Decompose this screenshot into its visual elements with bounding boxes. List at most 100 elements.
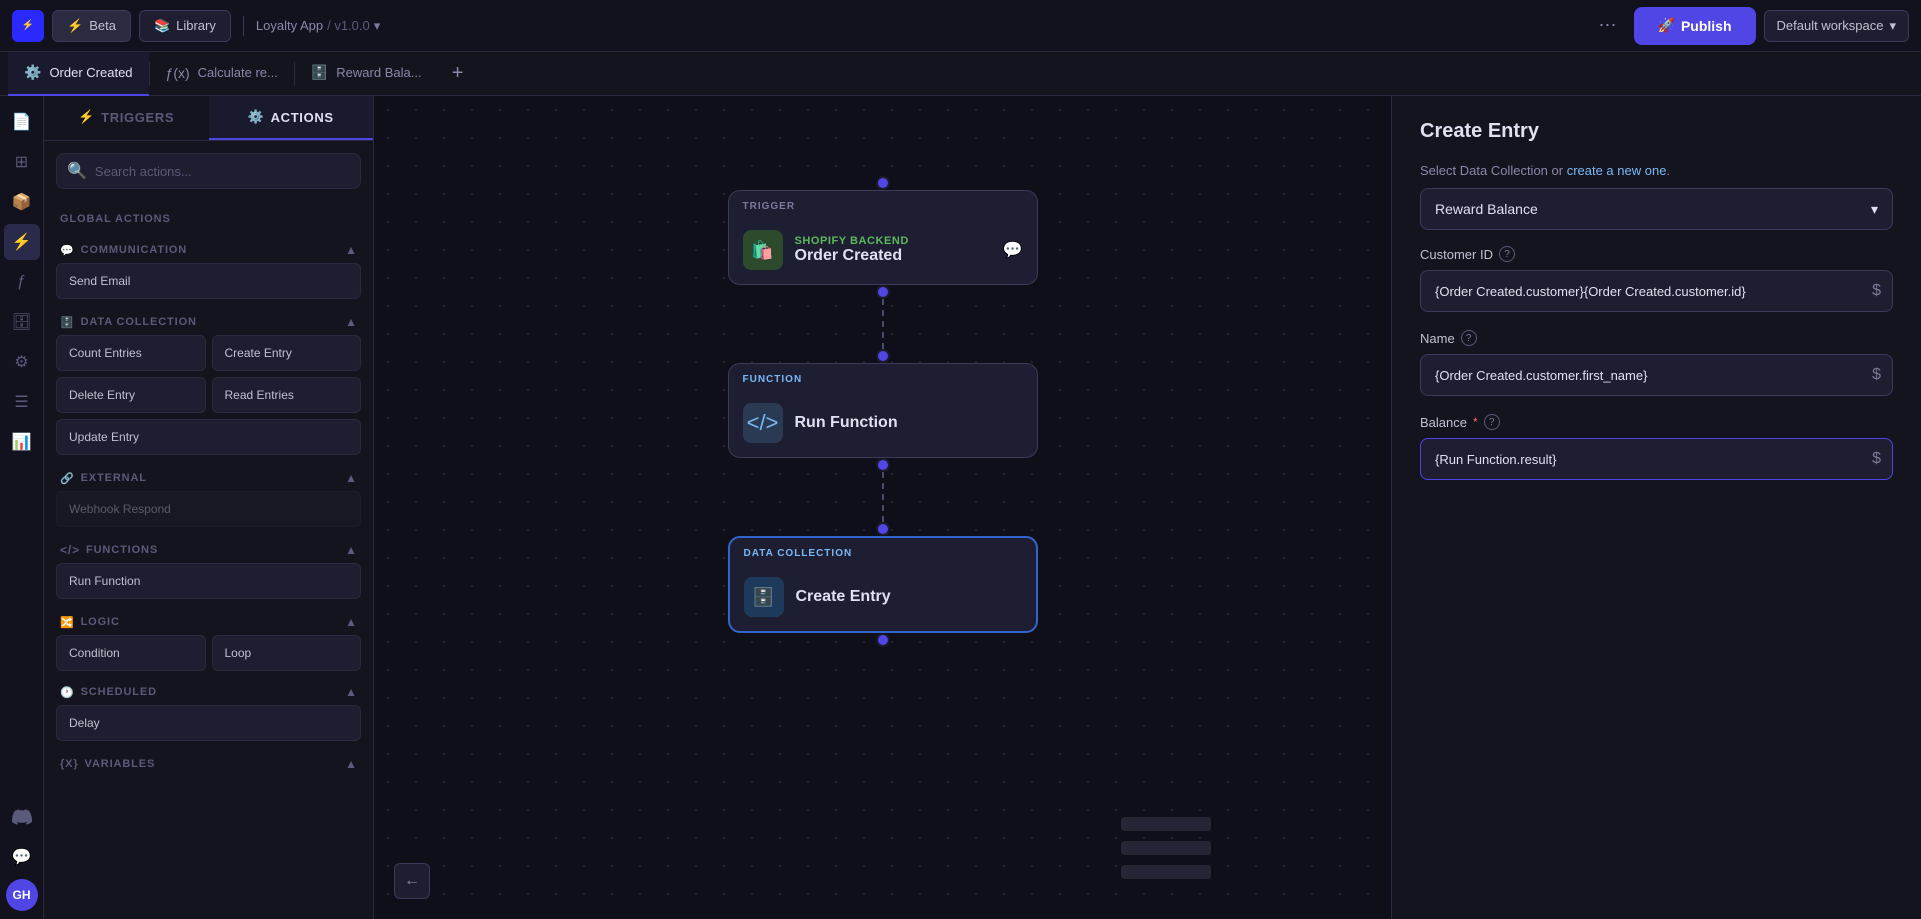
library-button[interactable]: 📚 Library <box>139 10 231 42</box>
collection-select[interactable]: Reward Balance ▾ <box>1420 188 1893 230</box>
search-icon: 🔍 <box>67 161 87 181</box>
sidebar-icon-comment[interactable]: 💬 <box>4 839 40 875</box>
actions-icon: ⚙️ <box>248 109 265 125</box>
node-header-function: FUNCTION <box>729 364 1037 395</box>
variables-icon: {x} <box>60 758 79 770</box>
topbar: ⚡ ⚡ Beta 📚 Library Loyalty App / v1.0.0 … <box>0 0 1921 52</box>
delay-button[interactable]: Delay <box>56 705 361 741</box>
actions-tab[interactable]: ⚙️ ACTIONS <box>209 96 374 140</box>
sidebar-icon-fx[interactable]: ƒ <box>4 264 40 300</box>
more-options-button[interactable]: ⋯ <box>1590 10 1626 42</box>
update-entry-button[interactable]: Update Entry <box>56 419 361 455</box>
app-name: Loyalty App <box>256 18 323 33</box>
balance-help[interactable]: ? <box>1484 414 1500 430</box>
create-new-link[interactable]: create a new one <box>1567 163 1667 178</box>
tab-reward[interactable]: 🗄️ Reward Bala... <box>295 52 438 96</box>
select-chevron-icon: ▾ <box>1871 201 1878 218</box>
triggers-tab[interactable]: ⚡ TRIGGERS <box>44 96 209 140</box>
panel-collection-section: Select Data Collection or create a new o… <box>1392 163 1921 518</box>
trigger-node[interactable]: TRIGGER 🛍️ SHOPIFY BACKEND Order Created… <box>728 190 1038 285</box>
external-section-header[interactable]: 🔗 External ▲ <box>56 461 361 491</box>
panel-collection-label: Select Data Collection or create a new o… <box>1420 163 1893 178</box>
balance-required: * <box>1473 415 1478 429</box>
node-header-trigger: TRIGGER <box>729 191 1037 222</box>
data-collection-section-header[interactable]: 🗄️ Data Collection ▲ <box>56 305 361 335</box>
sidebar-icon-box[interactable]: 📦 <box>4 184 40 220</box>
data-collection-title: Create Entry <box>796 588 1022 606</box>
connector-dot-5 <box>876 633 890 647</box>
external-icon: 🔗 <box>60 472 75 485</box>
node-body-trigger: 🛍️ SHOPIFY BACKEND Order Created 💬 <box>729 222 1037 284</box>
sidebar-icon-pages[interactable]: 📄 <box>4 104 40 140</box>
tabbar: ⚙️ Order Created ƒ(x) Calculate re... 🗄️… <box>0 52 1921 96</box>
app-breadcrumb: Loyalty App / v1.0.0 ▾ <box>256 18 380 34</box>
placeholder-card-1 <box>1121 817 1211 831</box>
connector-line-2 <box>882 472 884 522</box>
divider <box>243 16 244 36</box>
variables-chevron: ▲ <box>345 757 357 771</box>
tab-order-created[interactable]: ⚙️ Order Created <box>8 52 149 96</box>
loop-button[interactable]: Loop <box>212 635 362 671</box>
function-node[interactable]: FUNCTION </> Run Function <box>728 363 1038 458</box>
tab-calculate[interactable]: ƒ(x) Calculate re... <box>150 52 294 96</box>
top-connector <box>876 176 890 190</box>
name-input[interactable] <box>1420 354 1893 396</box>
read-entries-button[interactable]: Read Entries <box>212 377 362 413</box>
external-title: 🔗 External <box>60 472 147 485</box>
node-texts-trigger: SHOPIFY BACKEND Order Created <box>795 235 991 265</box>
condition-button[interactable]: Condition <box>56 635 206 671</box>
trigger-title: Order Created <box>795 247 991 265</box>
publish-button[interactable]: 🚀 Publish <box>1634 7 1756 45</box>
function-icon: </> <box>743 403 783 443</box>
beta-button[interactable]: ⚡ Beta <box>52 10 131 42</box>
data-collection-chevron: ▲ <box>345 315 357 329</box>
function-title: Run Function <box>795 414 1023 432</box>
logic-icon: 🔀 <box>60 616 75 629</box>
library-icon: 📚 <box>154 18 170 34</box>
publish-icon: 🚀 <box>1658 17 1675 34</box>
connector-dot-2 <box>876 349 890 363</box>
placeholder-card-2 <box>1121 841 1211 855</box>
add-tab-button[interactable]: + <box>442 58 474 90</box>
sidebar-icon-settings[interactable]: ⚙ <box>4 344 40 380</box>
data-collection-icon: 🗄️ <box>744 577 784 617</box>
name-field-group: Name ? $ <box>1420 330 1893 396</box>
balance-field-group: Balance * ? $ <box>1420 414 1893 480</box>
avatar[interactable]: GH <box>6 879 38 911</box>
chevron-down-icon[interactable]: ▾ <box>374 18 381 34</box>
selected-collection-label: Reward Balance <box>1435 201 1538 217</box>
balance-input[interactable] <box>1420 438 1893 480</box>
search-input[interactable] <box>95 164 350 179</box>
flow-container: TRIGGER 🛍️ SHOPIFY BACKEND Order Created… <box>728 176 1038 647</box>
workspace-button[interactable]: Default workspace ▾ <box>1764 10 1909 42</box>
discord-icon[interactable] <box>4 799 40 835</box>
data-collection-node[interactable]: DATA COLLECTION 🗄️ Create Entry <box>728 536 1038 633</box>
scheduled-section-header[interactable]: 🕐 Scheduled ▲ <box>56 675 361 705</box>
create-entry-button[interactable]: Create Entry <box>212 335 362 371</box>
search-wrap: 🔍 <box>44 141 373 201</box>
sidebar-icon-grid[interactable]: ⊞ <box>4 144 40 180</box>
node-texts-function: Run Function <box>795 414 1023 432</box>
name-help[interactable]: ? <box>1461 330 1477 346</box>
webhook-respond-button[interactable]: Webhook Respond <box>56 491 361 527</box>
variables-section-header[interactable]: {x} Variables ▲ <box>56 747 361 777</box>
sidebar-icon-list[interactable]: ☰ <box>4 384 40 420</box>
node-header-data: DATA COLLECTION <box>730 538 1036 569</box>
functions-icon: </> <box>60 543 80 557</box>
communication-section-header[interactable]: 💬 Communication ▲ <box>56 233 361 263</box>
customer-id-input[interactable] <box>1420 270 1893 312</box>
run-function-button[interactable]: Run Function <box>56 563 361 599</box>
sidebar-icon-database[interactable]: 🗄 <box>4 304 40 340</box>
main-layout: 📄 ⊞ 📦 ⚡ ƒ 🗄 ⚙ ☰ 📊 💬 GH ⚡ TRIGGERS ⚙️ ACT… <box>0 96 1921 919</box>
logic-section-header[interactable]: 🔀 Logic ▲ <box>56 605 361 635</box>
customer-id-help[interactable]: ? <box>1499 246 1515 262</box>
sidebar-icon-lightning[interactable]: ⚡ <box>4 224 40 260</box>
count-entries-button[interactable]: Count Entries <box>56 335 206 371</box>
order-icon: ⚙️ <box>24 64 41 81</box>
delete-entry-button[interactable]: Delete Entry <box>56 377 206 413</box>
canvas: TRIGGER 🛍️ SHOPIFY BACKEND Order Created… <box>374 96 1391 919</box>
sidebar-icon-chart[interactable]: 📊 <box>4 424 40 460</box>
zoom-button[interactable]: ← <box>394 863 430 899</box>
functions-section-header[interactable]: </> Functions ▲ <box>56 533 361 563</box>
send-email-button[interactable]: Send Email <box>56 263 361 299</box>
